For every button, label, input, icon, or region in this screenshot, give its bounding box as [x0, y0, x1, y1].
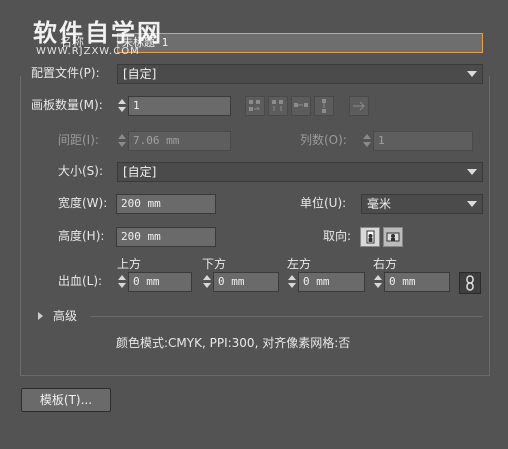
width-label: 宽度(W): [58, 196, 108, 210]
columns-input[interactable]: 1 [373, 131, 473, 151]
bleed-bottom-label: 下方 [202, 257, 227, 271]
bleed-bottom-stepper[interactable] [201, 272, 213, 292]
arrow-down-icon [374, 283, 382, 288]
bleed-top-label: 上方 [117, 257, 142, 271]
arrow-up-icon [374, 275, 382, 280]
units-label: 单位(U): [300, 196, 347, 210]
panel-border [20, 76, 490, 376]
profile-value: [自定] [123, 67, 157, 81]
size-value: [自定] [123, 165, 157, 179]
bleed-left-label: 左方 [287, 257, 312, 271]
summary-text: 颜色模式:CMYK, PPI:300, 对齐像素网格:否 [116, 336, 351, 350]
size-dropdown[interactable]: [自定] [117, 162, 483, 182]
watermark-url: WWW.RJZXW.COM [36, 46, 140, 57]
arrange-by-column-icon[interactable] [314, 96, 334, 116]
columns-label: 列数(O): [300, 133, 347, 147]
templates-button[interactable]: 模板(T)... [21, 388, 111, 412]
watermark-title: 软件自学网 [33, 19, 163, 47]
bleed-top-stepper[interactable] [116, 272, 128, 292]
bleed-top-input[interactable]: 0 mm [128, 272, 192, 292]
link-icon[interactable] [459, 272, 481, 294]
arrow-down-icon [118, 142, 126, 147]
name-input[interactable]: 未标题-1 [117, 33, 483, 53]
portrait-icon[interactable] [360, 227, 380, 247]
arrow-down-icon [363, 142, 371, 147]
profile-label: 配置文件(P): [31, 66, 100, 80]
units-dropdown[interactable]: 毫米 [361, 194, 483, 214]
bleed-label: 出血(L): [58, 274, 103, 288]
bleed-left-input[interactable]: 0 mm [298, 272, 365, 292]
grid-by-column-icon[interactable] [268, 96, 288, 116]
width-input[interactable]: 200 mm [116, 194, 216, 214]
bleed-right-label: 右方 [373, 257, 398, 271]
columns-stepper[interactable] [361, 131, 373, 151]
arrow-up-icon [118, 99, 126, 104]
triangle-right-icon[interactable] [38, 312, 43, 320]
arrow-down-icon [203, 283, 211, 288]
arrow-up-icon [118, 134, 126, 139]
arrow-up-icon [363, 134, 371, 139]
units-value: 毫米 [367, 197, 392, 211]
spacing-label: 间距(I): [58, 133, 99, 147]
landscape-icon[interactable] [383, 227, 403, 247]
arrow-up-icon [288, 275, 296, 280]
advanced-divider [90, 316, 482, 317]
spacing-stepper[interactable] [116, 131, 128, 151]
orientation-label: 取向: [323, 229, 352, 243]
arrow-down-icon [288, 283, 296, 288]
size-label: 大小(S): [58, 164, 104, 178]
artboards-input[interactable]: 1 [128, 96, 231, 116]
right-to-left-icon[interactable] [349, 96, 369, 116]
chevron-down-icon [467, 201, 477, 207]
chevron-down-icon [467, 71, 477, 77]
height-label: 高度(H): [58, 229, 105, 243]
arrow-up-icon [203, 275, 211, 280]
arrow-up-icon [118, 275, 126, 280]
advanced-toggle[interactable]: 高级 [53, 308, 77, 324]
chevron-down-icon [467, 169, 477, 175]
bleed-right-input[interactable]: 0 mm [384, 272, 450, 292]
bleed-right-stepper[interactable] [372, 272, 384, 292]
grid-by-row-icon[interactable] [245, 96, 265, 116]
arrange-by-row-icon[interactable] [291, 96, 311, 116]
artboards-stepper[interactable] [116, 96, 128, 116]
spacing-input[interactable]: 7.06 mm [128, 131, 231, 151]
profile-dropdown[interactable]: [自定] [117, 64, 483, 84]
height-input[interactable]: 200 mm [116, 227, 216, 247]
bleed-bottom-input[interactable]: 0 mm [213, 272, 279, 292]
arrow-down-icon [118, 107, 126, 112]
artboards-label: 画板数量(M): [31, 98, 103, 112]
bleed-left-stepper[interactable] [286, 272, 298, 292]
arrow-down-icon [118, 283, 126, 288]
